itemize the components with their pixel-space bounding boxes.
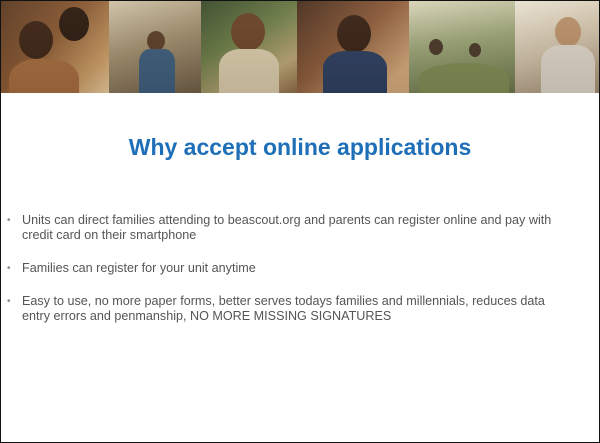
banner-photo-boy-smiling — [201, 1, 297, 93]
banner-photo-scout-uniform — [297, 1, 409, 93]
bullet-dot-icon: • — [7, 215, 11, 226]
bullet-item: • Easy to use, no more paper forms, bett… — [7, 294, 567, 324]
banner-photo-scout-outdoors — [109, 1, 201, 93]
bullet-text: Easy to use, no more paper forms, better… — [22, 294, 545, 323]
photo-banner — [1, 1, 599, 93]
slide-title: Why accept online applications — [128, 134, 472, 160]
bullet-dot-icon: • — [7, 263, 11, 274]
banner-photo-field-activity — [409, 1, 515, 93]
bullet-item: • Units can direct families attending to… — [7, 213, 567, 243]
slide: Why accept online applications • Units c… — [0, 0, 600, 443]
bullet-list: • Units can direct families attending to… — [7, 213, 567, 342]
banner-photo-adult-leader — [515, 1, 599, 93]
bullet-item: • Families can register for your unit an… — [7, 261, 567, 276]
bullet-text: Units can direct families attending to b… — [22, 213, 552, 242]
bullet-dot-icon: • — [7, 296, 11, 307]
bullet-text: Families can register for your unit anyt… — [22, 261, 256, 275]
banner-photo-scouts-cheering — [1, 1, 109, 93]
